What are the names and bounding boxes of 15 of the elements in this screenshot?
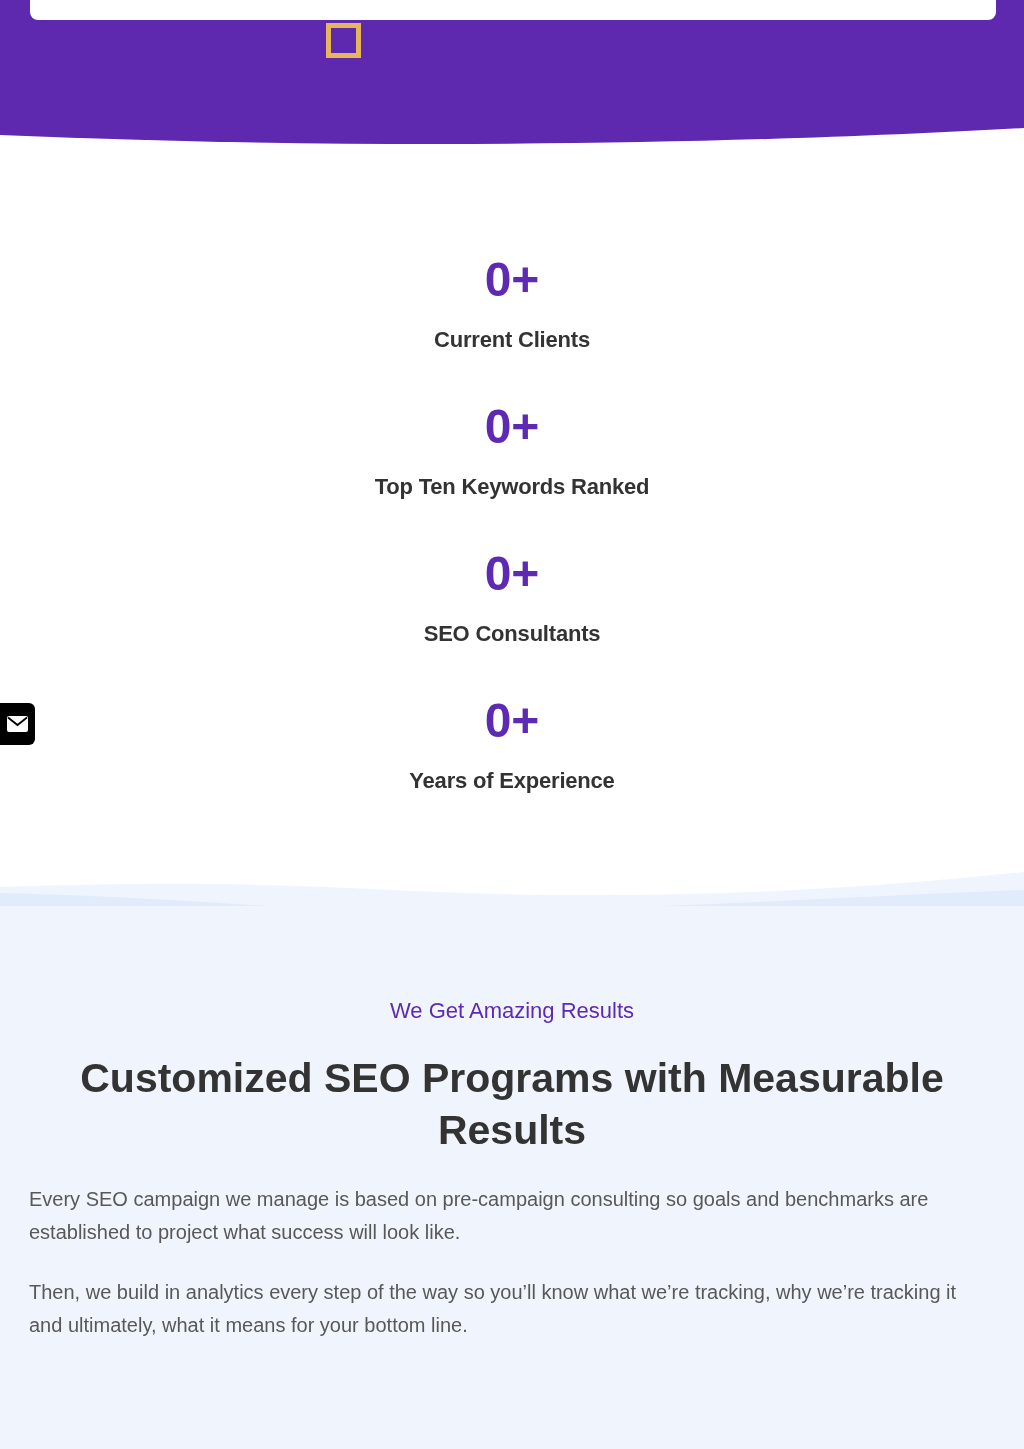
stat-label: SEO Consultants <box>423 620 601 648</box>
body-paragraph: Then, we build in analytics every step of the way so you’ll know what we’re tracking, why we’re tracking it and ultimately, what it means for your bottom line. <box>29 1280 958 1338</box>
stat-number: 0+ <box>484 402 540 452</box>
square-outline-icon <box>326 23 361 58</box>
body-paragraph: Every SEO campaign we manage is based on pre-campaign consulting so goals and benchmarks are established to project what success will look like. <box>29 1187 930 1245</box>
envelope-icon <box>7 716 28 732</box>
email-button[interactable] <box>0 703 35 745</box>
section-eyebrow: We Get Amazing Results <box>388 997 636 1025</box>
stat-label: Top Ten Keywords Ranked <box>374 473 650 501</box>
stat-number: 0+ <box>484 255 540 305</box>
stat-number: 0+ <box>484 549 540 599</box>
stat-number: 0+ <box>484 696 540 746</box>
section-heading: Customized SEO Programs with Measurable Results <box>79 1054 945 1155</box>
stat-label: Years of Experience <box>409 767 615 795</box>
stat-label: Current Clients <box>434 326 590 354</box>
